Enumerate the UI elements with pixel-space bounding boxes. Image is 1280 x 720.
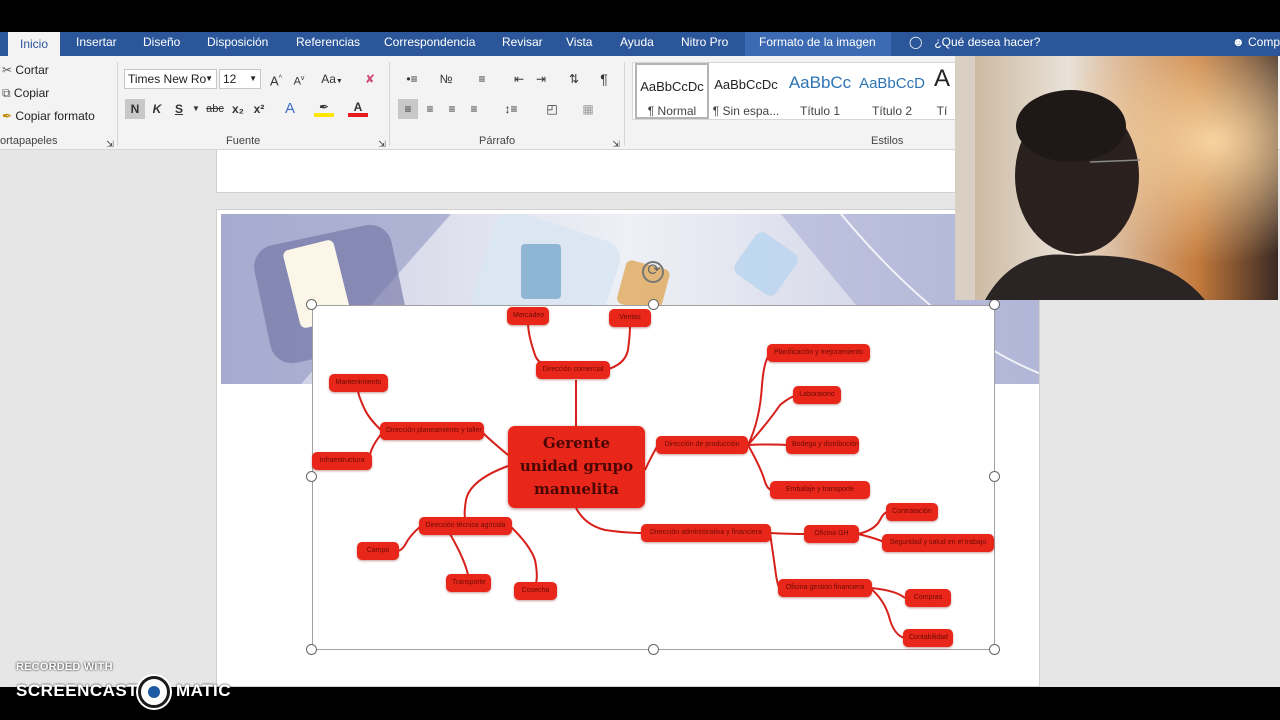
resize-handle-left[interactable]: [306, 471, 317, 482]
screencast-logo-icon: [138, 676, 170, 708]
mindmap-node-embalaje[interactable]: Embalaje y transporte: [770, 481, 870, 499]
mindmap-node-seguridad[interactable]: Seguridad y salud en el trabajo: [882, 534, 994, 552]
mindmap-node-contratacion[interactable]: Contratación: [886, 503, 938, 521]
mindmap-central-node[interactable]: Gerente unidad grupo manuelita: [508, 426, 645, 508]
resize-handle-top-right[interactable]: [989, 299, 1000, 310]
mindmap-node-transporte[interactable]: Transporte: [446, 574, 491, 592]
mindmap-node-oficina-gh[interactable]: Oficina GH: [804, 525, 859, 543]
resize-handle-bottom[interactable]: [648, 644, 659, 655]
mindmap-node-compras[interactable]: Compras: [905, 589, 951, 607]
mindmap-node-direccion-planeamiento[interactable]: Dirección planeamiento y taller: [380, 422, 484, 440]
mindmap-node-contabilidad[interactable]: Contabilidad: [903, 629, 953, 647]
mindmap-node-oficina-gestion-financiera[interactable]: Oficina gestión financiera: [778, 579, 872, 597]
resize-handle-top-left[interactable]: [306, 299, 317, 310]
mindmap-node-mantenimiento[interactable]: Mantenimiento: [329, 374, 388, 392]
mindmap-node-planificacion[interactable]: Planificación y mejoramiento: [767, 344, 870, 362]
central-node-line: Gerente: [542, 434, 611, 452]
matic-text: MATIC: [176, 681, 232, 700]
resize-handle-top[interactable]: [648, 299, 659, 310]
mindmap-node-direccion-comercial[interactable]: Dirección comercial: [536, 361, 610, 379]
rotate-handle-icon[interactable]: ⟳: [645, 262, 663, 280]
webcam-overlay: [955, 56, 1278, 300]
mindmap-node-direccion-produccion[interactable]: Dirección de producción: [656, 436, 748, 454]
mindmap-node-campo[interactable]: Campo: [357, 542, 399, 560]
word-window: Inicio Insertar Diseño Disposición Refer…: [0, 0, 1280, 720]
resize-handle-bottom-left[interactable]: [306, 644, 317, 655]
mindmap-node-direccion-administrativa[interactable]: Dirección administrativa y financiera: [641, 524, 771, 542]
central-node-line: manuelita: [534, 480, 619, 498]
mindmap-node-direccion-tecnica[interactable]: Dirección técnica agrícola: [419, 517, 512, 535]
recorded-with-text: RECORDED WITH: [16, 661, 113, 673]
mindmap-node-laboratorio[interactable]: Laboratorio: [793, 386, 841, 404]
mindmap-node-mercadeo[interactable]: Mercadeo: [507, 307, 549, 325]
resize-handle-right[interactable]: [989, 471, 1000, 482]
resize-handle-bottom-right[interactable]: [989, 644, 1000, 655]
mindmap-node-cosecha[interactable]: Cosecha: [514, 582, 557, 600]
central-node-line: unidad grupo: [519, 457, 634, 475]
mindmap-node-bodega[interactable]: Bodega y distribución: [786, 436, 859, 454]
screencast-text: SCREENCAST: [16, 681, 139, 700]
mindmap-node-ventas[interactable]: Ventas: [609, 309, 651, 327]
mindmap-node-infraestructura[interactable]: Infraestructura: [312, 452, 372, 470]
